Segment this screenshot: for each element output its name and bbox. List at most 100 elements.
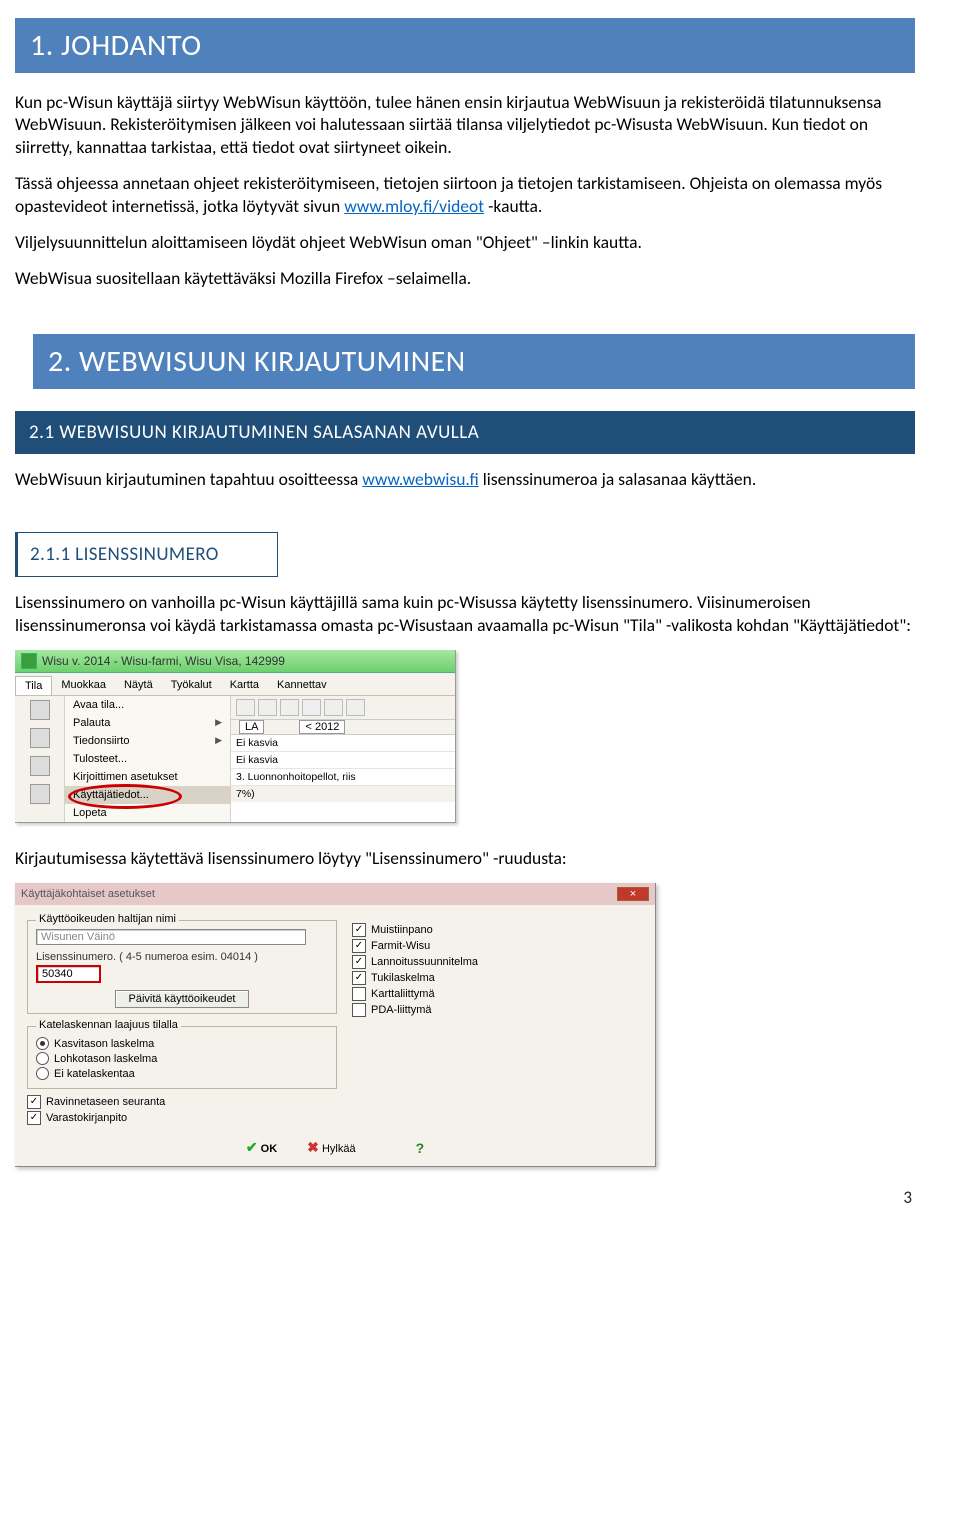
label: Lohkotason laskelma [54, 1053, 157, 1065]
label: Hylkää [322, 1143, 356, 1155]
menu-item-palauta[interactable]: Palauta ▶ [65, 714, 230, 732]
check-icon: ✔ [246, 1139, 258, 1155]
grid-row: Ei kasvia [231, 735, 455, 752]
menu-item-tiedonsiirto[interactable]: Tiedonsiirto ▶ [65, 732, 230, 750]
text: lisenssinumeroa ja salasanaa käyttäen. [483, 468, 757, 490]
owner-name-field[interactable]: Wisunen Väinö [36, 929, 306, 945]
paragraph-intro-2: Tässä ohjeessa annetaan ohjeet rekisterö… [15, 172, 915, 217]
tool-btn[interactable] [346, 699, 365, 716]
close-icon[interactable]: × [617, 887, 649, 901]
tool-btn[interactable] [236, 699, 255, 716]
app-menubar: Tila Muokkaa Näytä Työkalut Kartta Kanne… [15, 673, 455, 696]
menu-muokkaa[interactable]: Muokkaa [52, 676, 115, 695]
label: Varastokirjanpito [46, 1112, 127, 1124]
update-rights-button[interactable]: Päivitä käyttöoikeudet [115, 990, 248, 1008]
label: Kasvitason laskelma [54, 1038, 154, 1050]
check-varastokirjanpito[interactable]: Varastokirjanpito [27, 1111, 337, 1125]
dialog-footer: ✔ OK ✖ Hylkää ? [15, 1133, 655, 1166]
check-farmit-wisu[interactable]: Farmit-Wisu [352, 939, 643, 953]
label: Karttaliittymä [371, 988, 435, 1000]
license-label: Lisenssinumero. ( 4-5 numeroa esim. 0401… [36, 951, 328, 963]
app-titlebar: Wisu v. 2014 - Wisu-farmi, Wisu Visa, 14… [15, 650, 455, 673]
cancel-button[interactable]: ✖ Hylkää [307, 1139, 355, 1156]
toolbar-icon[interactable] [30, 728, 50, 748]
label: Farmit-Wisu [371, 940, 430, 952]
paragraph-login: WebWisuun kirjautuminen tapahtuu osoitte… [15, 468, 915, 490]
check-lannoitussuunnitelma[interactable]: Lannoitussuunnitelma [352, 955, 643, 969]
checkbox-icon [352, 955, 366, 969]
menu-item-kayttajatiedot[interactable]: Käyttäjätiedot... [65, 786, 230, 804]
heading-2-1-1: 2.1.1 LISENSSINUMERO [15, 532, 278, 577]
submenu-arrow-icon: ▶ [215, 735, 222, 746]
dialog-title: Käyttäjäkohtaiset asetukset [21, 888, 155, 900]
check-karttaliittyma[interactable]: Karttaliittymä [352, 987, 643, 1001]
label: PDA-liittymä [371, 1004, 432, 1016]
group-owner: Käyttöoikeuden haltijan nimi Wisunen Väi… [27, 920, 337, 1014]
checkbox-icon [352, 987, 366, 1001]
label: Palauta [73, 717, 110, 729]
screenshot-settings-dialog: Käyttäjäkohtaiset asetukset × Käyttöoike… [15, 883, 656, 1167]
paragraph-intro-1: Kun pc-Wisun käyttäjä siirtyy WebWisun k… [15, 91, 915, 158]
paragraph-intro-3: Viljelysuunnittelun aloittamiseen löydät… [15, 231, 915, 253]
grid-row: Ei kasvia [231, 752, 455, 769]
paragraph-intro-4: WebWisua suositellaan käytettäväksi Mozi… [15, 267, 915, 289]
ok-button[interactable]: ✔ OK [246, 1139, 277, 1156]
menu-nayta[interactable]: Näytä [115, 676, 162, 695]
paragraph-license: Lisenssinumero on vanhoilla pc-Wisun käy… [15, 591, 915, 636]
menu-kartta[interactable]: Kartta [221, 676, 268, 695]
menu-item-avaa[interactable]: Avaa tila... [65, 696, 230, 714]
tool-btn[interactable] [324, 699, 343, 716]
checkbox-icon [27, 1095, 41, 1109]
label: Tiedonsiirto [73, 735, 129, 747]
check-pda-liittyma[interactable]: PDA-liittymä [352, 1003, 643, 1017]
menu-tyokalut[interactable]: Työkalut [162, 676, 221, 695]
radio-icon [36, 1067, 49, 1080]
license-number-field[interactable]: 50340 [36, 965, 101, 983]
checkbox-icon [352, 939, 366, 953]
label: OK [261, 1143, 278, 1155]
tool-btn[interactable] [258, 699, 277, 716]
label: Muistiinpano [371, 924, 433, 936]
help-icon[interactable]: ? [416, 1140, 425, 1156]
check-tukilaskelma[interactable]: Tukilaskelma [352, 971, 643, 985]
label: Tukilaskelma [371, 972, 435, 984]
radio-kasvitason[interactable]: Kasvitason laskelma [36, 1037, 328, 1050]
group-label: Käyttöoikeuden haltijan nimi [36, 913, 179, 925]
radio-lohkotason[interactable]: Lohkotason laskelma [36, 1052, 328, 1065]
checkbox-icon [352, 1003, 366, 1017]
menu-item-kirjoittimen[interactable]: Kirjoittimen asetukset [65, 768, 230, 786]
text: WebWisuun kirjautuminen tapahtuu osoitte… [15, 468, 362, 490]
check-muistiinpano[interactable]: Muistiinpano [352, 923, 643, 937]
heading-2: 2. WEBWISUUN KIRJAUTUMINEN [33, 334, 915, 389]
toolbar-icon[interactable] [30, 784, 50, 804]
app-title: Wisu v. 2014 - Wisu-farmi, Wisu Visa, 14… [42, 654, 285, 668]
pct-label: 7%) [236, 788, 255, 800]
radio-ei-katelaskentaa[interactable]: Ei katelaskentaa [36, 1067, 328, 1080]
tool-btn[interactable] [280, 699, 299, 716]
selector-la[interactable]: LA [239, 720, 264, 734]
check-ravinnetase[interactable]: Ravinnetaseen seuranta [27, 1095, 337, 1109]
tool-btn[interactable] [302, 699, 321, 716]
page-number: 3 [15, 1187, 915, 1208]
grid-row: 3. Luonnonhoitopellot, riis [231, 769, 455, 786]
label: Lannoitussuunnitelma [371, 956, 478, 968]
toolbar-icon[interactable] [30, 756, 50, 776]
menu-kannettav[interactable]: Kannettav [268, 676, 336, 695]
menu-tila[interactable]: Tila [15, 676, 52, 695]
group-katelaskenta: Katelaskennan laajuus tilalla Kasvitason… [27, 1026, 337, 1089]
checkbox-icon [27, 1111, 41, 1125]
radio-icon [36, 1052, 49, 1065]
x-icon: ✖ [307, 1139, 319, 1155]
group-label: Katelaskennan laajuus tilalla [36, 1019, 181, 1031]
app-icon [21, 653, 37, 669]
menu-item-tulosteet[interactable]: Tulosteet... [65, 750, 230, 768]
link-video[interactable]: www.mloy.fi/videot [344, 195, 484, 217]
dropdown-menu: Avaa tila... Palauta ▶ Tiedonsiirto ▶ Tulo… [65, 696, 231, 822]
content-toolbar [231, 696, 455, 720]
toolbar-icon[interactable] [30, 700, 50, 720]
selector-year[interactable]: < 2012 [299, 720, 345, 734]
submenu-arrow-icon: ▶ [215, 717, 222, 728]
link-webwisu[interactable]: www.webwisu.fi [362, 468, 478, 490]
label: Avaa tila... [73, 699, 124, 711]
menu-item-lopeta[interactable]: Lopeta [65, 804, 230, 822]
